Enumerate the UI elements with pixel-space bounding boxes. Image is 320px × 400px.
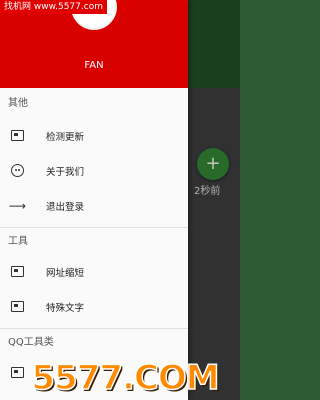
user-name: FAN xyxy=(84,60,104,71)
face-icon xyxy=(9,164,26,178)
menu-item-label: 网址缩短 xyxy=(46,267,85,279)
section-title: 工具 xyxy=(8,236,28,247)
section-title: 其他 xyxy=(8,98,28,109)
menu-item-logout[interactable]: ⟶ 退出登录 xyxy=(0,188,188,223)
menu-item-label: 特殊文字 xyxy=(46,302,85,314)
card-icon xyxy=(9,129,26,143)
watermark-bottom: 5577.COM xyxy=(30,356,221,400)
menu-item-about-us[interactable]: 关于我们 xyxy=(0,153,188,188)
card-icon xyxy=(9,300,26,314)
divider xyxy=(0,328,188,329)
menu-item-label: 退出登录 xyxy=(46,201,85,213)
card-icon xyxy=(9,265,26,279)
logout-arrow-icon: ⟶ xyxy=(8,198,27,213)
menu-item-special-text[interactable]: 特殊文字 xyxy=(0,289,188,324)
menu-item-check-update[interactable]: 检测更新 xyxy=(0,118,188,153)
navigation-drawer: FAN 其他 检测更新 关于我们 ⟶ 退出登录 工具 网址缩短 特殊文字 QQ工… xyxy=(0,0,188,400)
watermark-top: 找机网 www.5577.com xyxy=(0,0,107,14)
menu-item-label: 检测更新 xyxy=(46,131,85,143)
menu-item-label: 关于我们 xyxy=(46,166,85,178)
section-tools: 工具 网址缩短 特殊文字 xyxy=(0,230,188,324)
divider xyxy=(0,227,188,228)
watermark-text: 5577.COM xyxy=(31,357,221,399)
section-title: QQ工具类 xyxy=(8,337,54,348)
menu-item-url-shorten[interactable]: 网址缩短 xyxy=(0,254,188,289)
card-icon xyxy=(9,366,26,380)
section-other: 其他 检测更新 关于我们 ⟶ 退出登录 xyxy=(0,92,188,223)
